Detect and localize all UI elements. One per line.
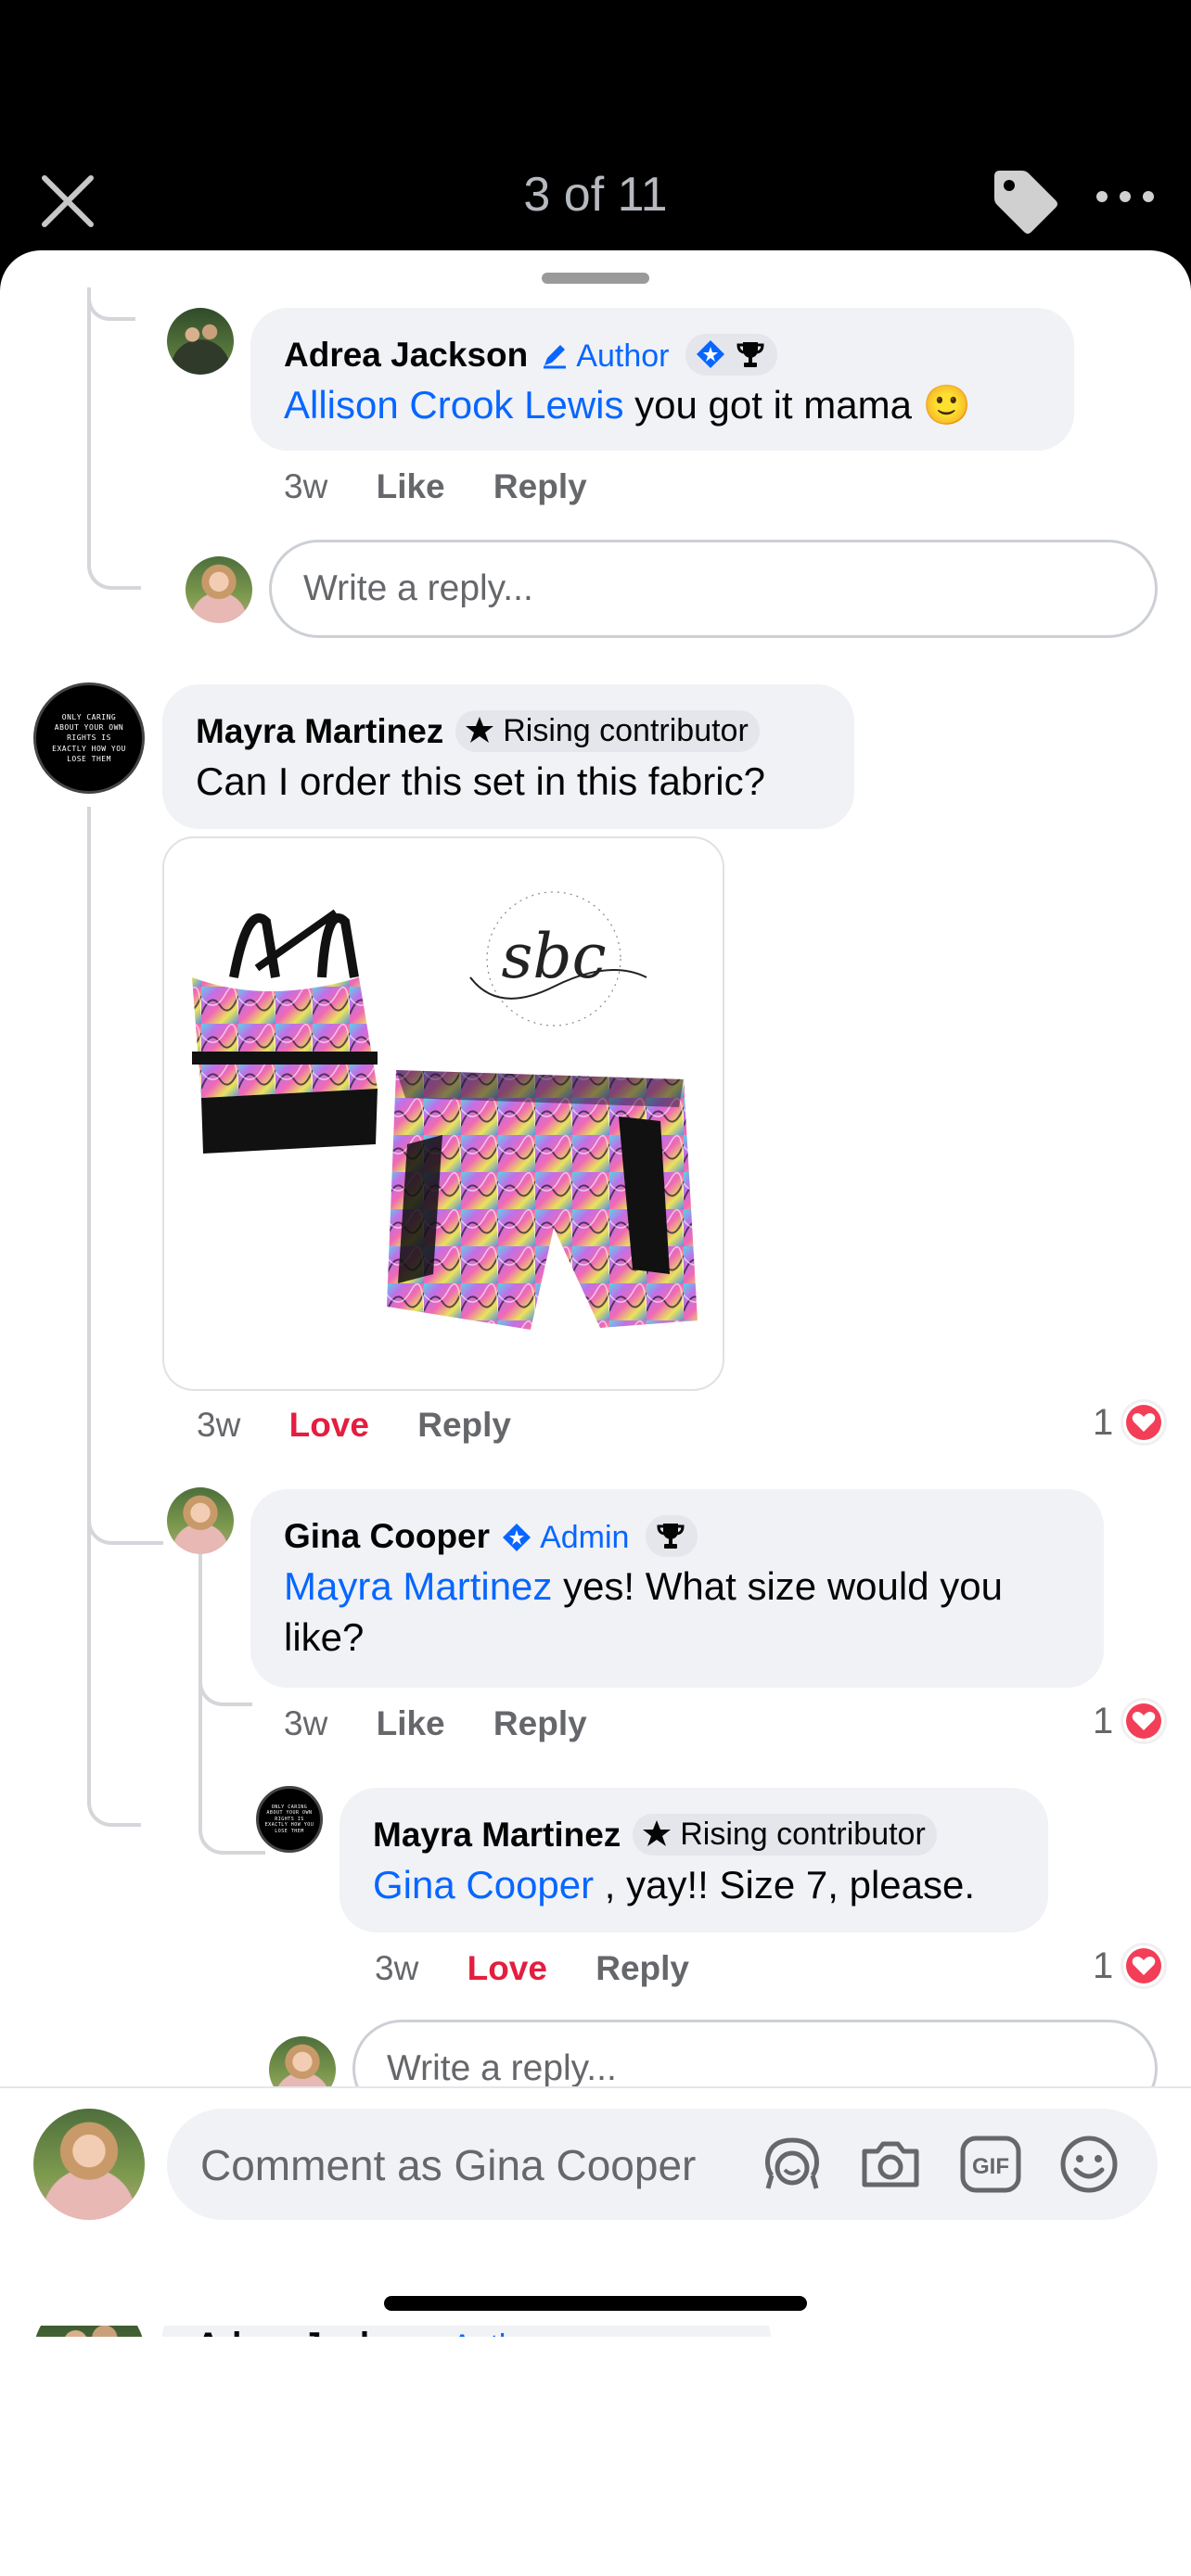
emoji-icon[interactable] — [1056, 2131, 1122, 2198]
like-button[interactable]: Like — [377, 467, 445, 505]
thread-line — [87, 807, 141, 1827]
mention-link[interactable]: Gina Cooper — [373, 1863, 594, 1906]
admin-badge: Admin — [501, 1520, 637, 1555]
avatar-quote-text: ONLY CARING ABOUT YOUR OWN RIGHTS IS EXA… — [52, 713, 126, 763]
comment-composer: Comment as Gina Cooper GIF — [0, 2086, 1191, 2326]
comment-photo[interactable]: sbc — [162, 836, 724, 1391]
diamond-star-icon — [696, 340, 724, 368]
comment-actions: 3w Like Reply — [284, 467, 626, 506]
avatar[interactable] — [167, 308, 234, 375]
pencil-icon — [543, 345, 566, 369]
reply-button[interactable]: Reply — [493, 1704, 587, 1742]
comment-bubble: Mayra Martinez Rising contributor Gina C… — [339, 1788, 1048, 1932]
admin-badge-label: Admin — [540, 1520, 630, 1555]
like-button[interactable]: Like — [377, 1704, 445, 1742]
comment-input-placeholder: Comment as Gina Cooper — [200, 2141, 697, 2189]
avatar[interactable]: ONLY CARING ABOUT YOUR OWN RIGHTS IS EXA… — [256, 1786, 323, 1853]
thread-line — [87, 287, 141, 590]
reaction-count-value: 1 — [1093, 1700, 1114, 1741]
avatar-quote-text: ONLY CARING ABOUT YOUR OWN RIGHTS IS EXA… — [264, 1804, 314, 1834]
reply-input[interactable]: Write a reply... — [269, 540, 1158, 638]
reaction-count[interactable]: 1 — [1093, 1398, 1168, 1447]
comment-text: you got it mama 🙂 — [623, 383, 971, 427]
reply-button[interactable]: Reply — [493, 467, 587, 505]
rising-contributor-badge[interactable]: Rising contributor — [632, 1814, 937, 1855]
avatar[interactable] — [167, 1487, 234, 1554]
comment-actions: 3w Love Reply — [375, 1949, 728, 1988]
comment-bubble: Gina Cooper Admin Mayra Martinez yes! Wh… — [250, 1489, 1104, 1688]
comment-time: 3w — [284, 1704, 328, 1742]
more-options-icon[interactable] — [1093, 178, 1158, 215]
reaction-count[interactable]: 1 — [1093, 1697, 1168, 1745]
comments-sheet: Adrea Jackson Author Allison Crook Lewis… — [0, 250, 1191, 2576]
comment-bubble: Mayra Martinez Rising contributor Can I … — [162, 684, 854, 829]
comment-time: 3w — [375, 1949, 419, 1987]
thread-line — [87, 1493, 163, 1545]
avatar[interactable]: ONLY CARING ABOUT YOUR OWN RIGHTS IS EXA… — [33, 682, 145, 794]
trophy-icon — [736, 342, 764, 367]
heart-icon — [1121, 1399, 1168, 1446]
star-icon — [642, 1820, 671, 1846]
reply-button[interactable]: Reply — [596, 1949, 689, 1987]
rising-contributor-badge[interactable]: Rising contributor — [455, 710, 760, 752]
star-icon — [465, 717, 493, 743]
avatar-sticker-icon[interactable] — [759, 2131, 826, 2198]
viewer-top-bar: 3 of 11 — [0, 0, 1191, 269]
reply-button[interactable]: Reply — [417, 1406, 511, 1444]
tag-icon[interactable] — [987, 163, 1061, 237]
avatar — [186, 556, 252, 623]
trophy-icon — [657, 1524, 685, 1549]
swimwear-set-image: sbc — [192, 891, 698, 1330]
camera-icon[interactable] — [857, 2131, 924, 2198]
author-badge: Author — [452, 2328, 544, 2337]
comment-bubble: Adrea Jackson Author Allison Crook Lewis… — [250, 308, 1074, 451]
commenter-name[interactable]: Gina Cooper — [284, 1517, 490, 1555]
badges-pill[interactable] — [645, 1515, 698, 1557]
composer-avatar — [33, 2109, 145, 2220]
reply-input-placeholder: Write a reply... — [303, 568, 533, 608]
reaction-count[interactable]: 1 — [1093, 1942, 1168, 1990]
comment-text: Can I order this set in this fabric? — [196, 759, 765, 803]
badge-label: Rising contributor — [503, 713, 749, 748]
heart-icon — [1121, 1943, 1168, 1989]
badge-label: Rising contributor — [680, 1817, 926, 1852]
comment-actions: 3w Like Reply — [284, 1704, 626, 1743]
commenter-name[interactable]: Mayra Martinez — [196, 712, 443, 750]
reaction-count-value: 1 — [1093, 1401, 1114, 1443]
logo-text: sbc — [501, 921, 606, 992]
reply-input-placeholder: Write a reply... — [387, 2048, 617, 2088]
admin-diamond-icon — [503, 1524, 531, 1551]
badges-pill[interactable] — [685, 334, 778, 376]
home-indicator[interactable] — [384, 2296, 807, 2311]
svg-text:GIF: GIF — [972, 2154, 1009, 2179]
author-badge-label: Author — [452, 2328, 544, 2337]
heart-icon — [1121, 1698, 1168, 1744]
author-badge-label: Author — [576, 338, 670, 374]
mention-link[interactable]: Mayra Martinez — [284, 1564, 552, 1608]
comment-actions: 3w Love Reply — [197, 1406, 550, 1445]
reaction-count-value: 1 — [1093, 1945, 1114, 1986]
comment-time: 3w — [284, 467, 328, 505]
mention-link[interactable]: Allison Crook Lewis — [284, 383, 623, 427]
comment-time: 3w — [197, 1406, 241, 1444]
comments-list[interactable]: Adrea Jackson Author Allison Crook Lewis… — [0, 250, 1191, 2337]
comment-input[interactable]: Comment as Gina Cooper GIF — [167, 2109, 1158, 2220]
love-button[interactable]: Love — [289, 1406, 369, 1444]
commenter-name[interactable]: Adrea Jackson — [196, 2326, 440, 2337]
gif-icon[interactable]: GIF — [957, 2131, 1024, 2198]
author-badge: Author — [540, 338, 678, 374]
commenter-name[interactable]: Adrea Jackson — [284, 336, 528, 374]
commenter-name[interactable]: Mayra Martinez — [373, 1816, 621, 1854]
love-button[interactable]: Love — [467, 1949, 547, 1987]
comment-text: , yay!! Size 7, please. — [594, 1863, 976, 1906]
